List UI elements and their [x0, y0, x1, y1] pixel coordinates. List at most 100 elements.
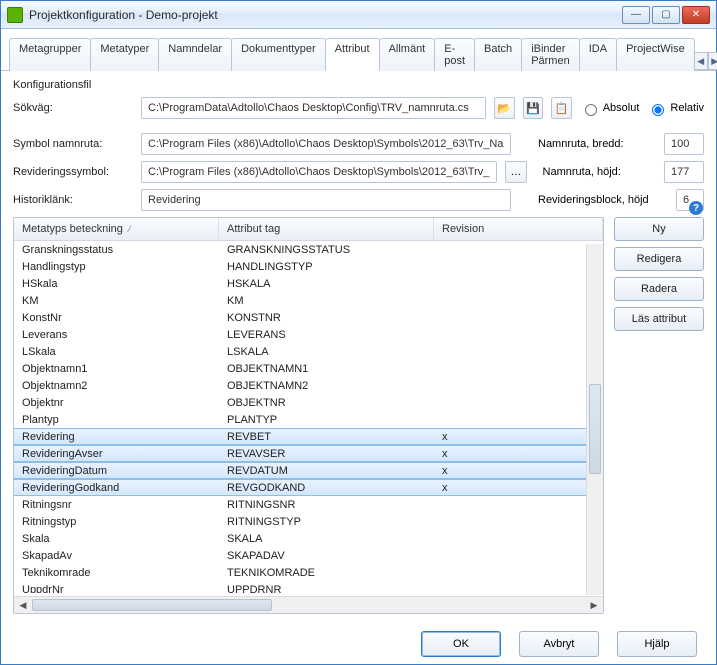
table-row[interactable]: RevideringREVBETx: [14, 428, 603, 445]
window-titlebar: Projektkonfiguration - Demo-projekt — ▢ …: [1, 1, 716, 29]
table-row[interactable]: SkapadAvSKAPADAV: [14, 547, 603, 564]
cell-tag: PLANTYP: [219, 414, 434, 426]
cell-tag: KONSTNR: [219, 312, 434, 324]
help-icon[interactable]: ?: [689, 201, 703, 215]
cell-tag: GRANSKNINGSSTATUS: [219, 244, 434, 256]
minimize-button[interactable]: —: [622, 6, 650, 24]
sort-icon: ⁄: [129, 224, 131, 234]
tab-e-post[interactable]: E-post: [434, 38, 475, 71]
table-header: Metatyps beteckning ⁄ Attribut tag Revis…: [14, 218, 603, 241]
cell-tag: REVDATUM: [219, 465, 434, 477]
window-title: Projektkonfiguration - Demo-projekt: [29, 8, 622, 22]
col-metatype[interactable]: Metatyps beteckning: [22, 223, 123, 235]
tab-namndelar[interactable]: Namndelar: [158, 38, 232, 71]
cell-tag: LSKALA: [219, 346, 434, 358]
close-button[interactable]: ✕: [682, 6, 710, 24]
width-input[interactable]: [664, 133, 704, 155]
cell-rev: x: [434, 482, 603, 494]
config-file-label: Konfigurationsfil: [13, 79, 133, 91]
cell-tag: HANDLINGSTYP: [219, 261, 434, 273]
tab-ibinder-pärmen[interactable]: iBinder Pärmen: [521, 38, 580, 71]
table-row[interactable]: KonstNrKONSTNR: [14, 309, 603, 326]
table-row[interactable]: TeknikomradeTEKNIKOMRADE: [14, 564, 603, 581]
absolute-radio[interactable]: Absolut: [580, 101, 640, 116]
cell-name: Objektnr: [14, 397, 219, 409]
attribute-table[interactable]: Metatyps beteckning ⁄ Attribut tag Revis…: [13, 217, 604, 614]
delete-button[interactable]: Radera: [614, 277, 704, 301]
table-row[interactable]: Objektnamn1OBJEKTNAMN1: [14, 360, 603, 377]
cell-name: LSkala: [14, 346, 219, 358]
cell-rev: x: [434, 448, 603, 460]
table-row[interactable]: LSkalaLSKALA: [14, 343, 603, 360]
table-row[interactable]: RevideringAvserREVAVSERx: [14, 445, 603, 462]
tab-attribut[interactable]: Attribut: [325, 38, 380, 71]
hist-input[interactable]: [141, 189, 511, 211]
save-icon[interactable]: 💾: [523, 97, 544, 119]
cell-tag: RITNINGSTYP: [219, 516, 434, 528]
browse-button[interactable]: …: [505, 161, 526, 183]
path-input[interactable]: [141, 97, 486, 119]
vertical-scrollbar[interactable]: [586, 244, 603, 595]
cell-name: KM: [14, 295, 219, 307]
cancel-button[interactable]: Avbryt: [519, 631, 599, 657]
tab-scroll-right[interactable]: ▶: [708, 52, 717, 70]
table-row[interactable]: RitningsnrRITNINGSNR: [14, 496, 603, 513]
tab-scroll-left[interactable]: ◀: [694, 52, 708, 70]
cell-name: Ritningstyp: [14, 516, 219, 528]
cell-tag: REVGODKAND: [219, 482, 434, 494]
cell-name: Objektnamn1: [14, 363, 219, 375]
read-attr-button[interactable]: Läs attribut: [614, 307, 704, 331]
tab-projectwise[interactable]: ProjectWise: [616, 38, 695, 71]
revblock-label: Revideringsblock, höjd: [538, 194, 668, 206]
cell-tag: OBJEKTNAMN1: [219, 363, 434, 375]
symbol-input[interactable]: [141, 133, 511, 155]
rev-label: Revideringssymbol:: [13, 166, 133, 178]
tab-ida[interactable]: IDA: [579, 38, 617, 71]
new-button[interactable]: Ny: [614, 217, 704, 241]
cell-tag: KM: [219, 295, 434, 307]
table-row[interactable]: RitningstypRITNINGSTYP: [14, 513, 603, 530]
table-row[interactable]: RevideringGodkandREVGODKANDx: [14, 479, 603, 496]
table-row[interactable]: LeveransLEVERANS: [14, 326, 603, 343]
help-button[interactable]: Hjälp: [617, 631, 697, 657]
tab-metagrupper[interactable]: Metagrupper: [9, 38, 91, 71]
edit-button[interactable]: Redigera: [614, 247, 704, 271]
relative-radio[interactable]: Relativ: [647, 101, 704, 116]
tab-metatyper[interactable]: Metatyper: [90, 38, 159, 71]
path-label: Sökväg:: [13, 102, 133, 114]
table-row[interactable]: RevideringDatumREVDATUMx: [14, 462, 603, 479]
cell-tag: UPPDRNR: [219, 584, 434, 594]
tab-batch[interactable]: Batch: [474, 38, 522, 71]
table-row[interactable]: HSkalaHSKALA: [14, 275, 603, 292]
horizontal-scrollbar[interactable]: ◀ ▶: [14, 596, 603, 613]
table-row[interactable]: SkalaSKALA: [14, 530, 603, 547]
hist-label: Historiklänk:: [13, 194, 133, 206]
cell-tag: REVBET: [219, 431, 434, 443]
table-row[interactable]: UppdrNrUPPDRNR: [14, 581, 603, 593]
maximize-button[interactable]: ▢: [652, 6, 680, 24]
tab-allmänt[interactable]: Allmänt: [379, 38, 436, 71]
tab-dokumenttyper[interactable]: Dokumenttyper: [231, 38, 326, 71]
cell-tag: TEKNIKOMRADE: [219, 567, 434, 579]
table-row[interactable]: KMKM: [14, 292, 603, 309]
table-row[interactable]: PlantypPLANTYP: [14, 411, 603, 428]
col-revision[interactable]: Revision: [434, 218, 603, 240]
ok-button[interactable]: OK: [421, 631, 501, 657]
table-row[interactable]: Objektnamn2OBJEKTNAMN2: [14, 377, 603, 394]
cell-name: RevideringGodkand: [14, 482, 219, 494]
table-row[interactable]: ObjektnrOBJEKTNR: [14, 394, 603, 411]
table-row[interactable]: GranskningsstatusGRANSKNINGSSTATUS: [14, 241, 603, 258]
scroll-right-icon[interactable]: ▶: [586, 598, 602, 613]
cell-name: Objektnamn2: [14, 380, 219, 392]
cell-name: HSkala: [14, 278, 219, 290]
scroll-left-icon[interactable]: ◀: [15, 598, 31, 613]
open-icon[interactable]: 📂: [494, 97, 515, 119]
table-row[interactable]: HandlingstypHANDLINGSTYP: [14, 258, 603, 275]
rev-input[interactable]: [141, 161, 497, 183]
col-attribut-tag[interactable]: Attribut tag: [219, 218, 434, 240]
cell-tag: OBJEKTNR: [219, 397, 434, 409]
symbol-label: Symbol namnruta:: [13, 138, 133, 150]
copy-icon[interactable]: 📋: [551, 97, 572, 119]
height-input[interactable]: [664, 161, 704, 183]
cell-name: KonstNr: [14, 312, 219, 324]
